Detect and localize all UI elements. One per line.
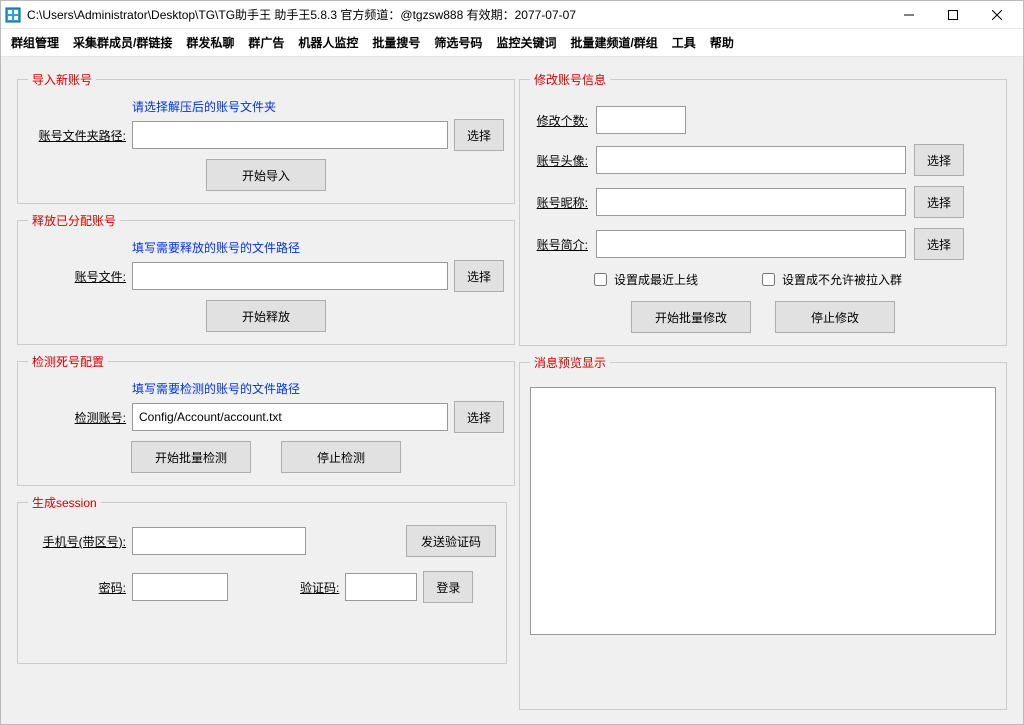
left-column: 导入新账号 请选择解压后的账号文件夹 账号文件夹路径: 选择 开始导入 释放已分… — [17, 71, 507, 710]
input-avatar[interactable] — [596, 146, 906, 174]
menu-batch-search[interactable]: 批量搜号 — [372, 34, 420, 51]
menu-collect-members[interactable]: 采集群成员/群链接 — [73, 34, 172, 51]
app-icon — [5, 7, 21, 23]
content-area: 导入新账号 请选择解压后的账号文件夹 账号文件夹路径: 选择 开始导入 释放已分… — [1, 57, 1023, 724]
preview-box — [530, 387, 996, 635]
legend-session: 生成session — [28, 494, 101, 511]
label-password: 密码: — [28, 579, 126, 596]
checkbox-noinvite[interactable] — [762, 273, 775, 286]
input-nick[interactable] — [596, 188, 906, 216]
group-session: 生成session 手机号(带区号): 发送验证码 密码: 验证码: 登录 — [17, 494, 507, 664]
btn-detect-stop[interactable]: 停止检测 — [281, 441, 401, 473]
input-phone[interactable] — [132, 527, 306, 555]
label-code: 验证码: — [300, 579, 339, 596]
checkbox-online-label: 设置成最近上线 — [614, 271, 698, 288]
btn-detect-choose[interactable]: 选择 — [454, 401, 504, 433]
minimize-button[interactable] — [887, 1, 931, 29]
input-release-file[interactable] — [132, 262, 448, 290]
checkbox-online[interactable] — [594, 273, 607, 286]
btn-import-choose[interactable]: 选择 — [454, 119, 504, 151]
label-bio: 账号简介: — [530, 236, 588, 253]
group-import: 导入新账号 请选择解压后的账号文件夹 账号文件夹路径: 选择 开始导入 — [17, 71, 515, 204]
check-noinvite[interactable]: 设置成不允许被拉入群 — [758, 270, 902, 289]
menu-mass-pm[interactable]: 群发私聊 — [186, 34, 234, 51]
menu-filter-number[interactable]: 筛选号码 — [434, 34, 482, 51]
btn-send-code[interactable]: 发送验证码 — [406, 525, 496, 557]
group-preview: 消息预览显示 — [519, 354, 1007, 710]
label-detect-account: 检测账号: — [28, 409, 126, 426]
group-modify: 修改账号信息 修改个数: 账号头像: 选择 账号昵称: 选择 账号简介: — [519, 71, 1007, 346]
input-count[interactable] — [596, 106, 686, 134]
label-import-path: 账号文件夹路径: — [28, 127, 126, 144]
menu-bot-monitor[interactable]: 机器人监控 — [298, 34, 358, 51]
menubar: 群组管理 采集群成员/群链接 群发私聊 群广告 机器人监控 批量搜号 筛选号码 … — [1, 29, 1023, 57]
right-column: 修改账号信息 修改个数: 账号头像: 选择 账号昵称: 选择 账号简介: — [519, 71, 1007, 710]
close-button[interactable] — [975, 1, 1019, 29]
label-avatar: 账号头像: — [530, 152, 588, 169]
btn-import-start[interactable]: 开始导入 — [206, 159, 326, 191]
menu-help[interactable]: 帮助 — [710, 34, 734, 51]
menu-batch-channel[interactable]: 批量建频道/群组 — [570, 34, 657, 51]
maximize-button[interactable] — [931, 1, 975, 29]
btn-nick-choose[interactable]: 选择 — [914, 186, 964, 218]
btn-avatar-choose[interactable]: 选择 — [914, 144, 964, 176]
input-password[interactable] — [132, 573, 228, 601]
btn-modify-start[interactable]: 开始批量修改 — [631, 301, 751, 333]
legend-modify: 修改账号信息 — [530, 71, 610, 88]
btn-detect-start[interactable]: 开始批量检测 — [131, 441, 251, 473]
legend-import: 导入新账号 — [28, 71, 96, 88]
btn-release-choose[interactable]: 选择 — [454, 260, 504, 292]
input-detect-account[interactable] — [132, 403, 448, 431]
group-detect: 检测死号配置 填写需要检测的账号的文件路径 检测账号: 选择 开始批量检测 停止… — [17, 353, 515, 486]
hint-release: 填写需要释放的账号的文件路径 — [132, 239, 504, 256]
app-window: C:\Users\Administrator\Desktop\TG\TG助手王 … — [0, 0, 1024, 725]
legend-detect: 检测死号配置 — [28, 353, 108, 370]
hint-import: 请选择解压后的账号文件夹 — [132, 98, 504, 115]
group-release: 释放已分配账号 填写需要释放的账号的文件路径 账号文件: 选择 开始释放 — [17, 212, 515, 345]
menu-group-ads[interactable]: 群广告 — [248, 34, 284, 51]
hint-detect: 填写需要检测的账号的文件路径 — [132, 380, 504, 397]
label-nick: 账号昵称: — [530, 194, 588, 211]
checkbox-noinvite-label: 设置成不允许被拉入群 — [782, 271, 902, 288]
menu-group-manage[interactable]: 群组管理 — [11, 34, 59, 51]
btn-login[interactable]: 登录 — [423, 571, 473, 603]
menu-keyword-monitor[interactable]: 监控关键词 — [496, 34, 556, 51]
label-phone: 手机号(带区号): — [28, 533, 126, 550]
btn-release-start[interactable]: 开始释放 — [206, 300, 326, 332]
btn-modify-stop[interactable]: 停止修改 — [775, 301, 895, 333]
label-release-file: 账号文件: — [28, 268, 126, 285]
label-count: 修改个数: — [530, 112, 588, 129]
titlebar: C:\Users\Administrator\Desktop\TG\TG助手王 … — [1, 1, 1023, 29]
input-code[interactable] — [345, 573, 417, 601]
input-import-path[interactable] — [132, 121, 448, 149]
legend-preview: 消息预览显示 — [530, 354, 610, 371]
input-bio[interactable] — [596, 230, 906, 258]
legend-release: 释放已分配账号 — [28, 212, 120, 229]
check-online[interactable]: 设置成最近上线 — [590, 270, 698, 289]
menu-tools[interactable]: 工具 — [672, 34, 696, 51]
btn-bio-choose[interactable]: 选择 — [914, 228, 964, 260]
window-title: C:\Users\Administrator\Desktop\TG\TG助手王 … — [27, 6, 576, 23]
